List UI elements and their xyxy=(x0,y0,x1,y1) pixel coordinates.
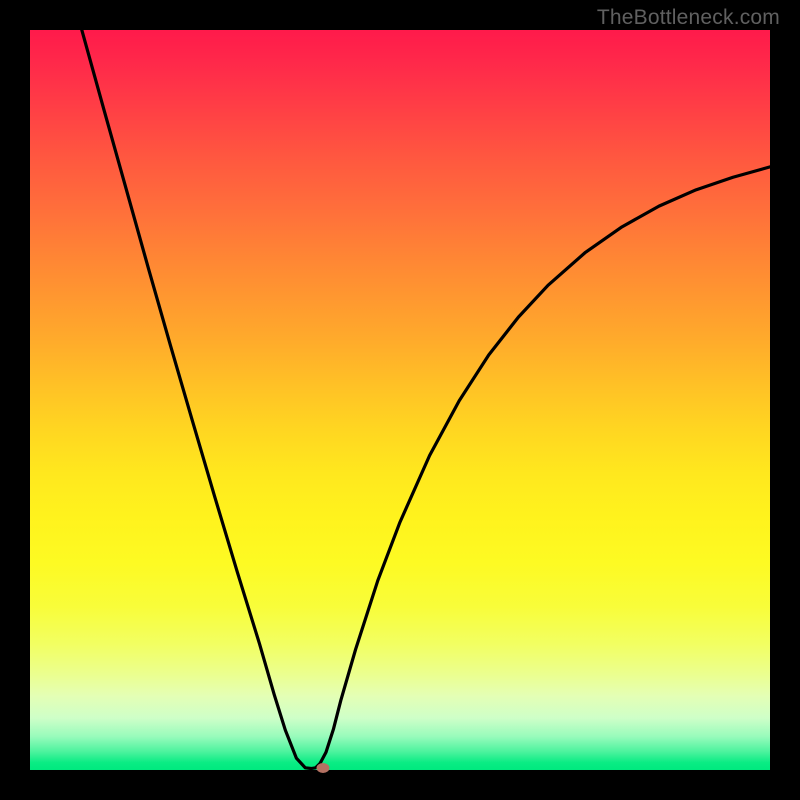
plot-area xyxy=(30,30,770,770)
watermark-text: TheBottleneck.com xyxy=(597,6,780,30)
curve-svg xyxy=(30,30,770,770)
minimum-marker xyxy=(317,763,330,773)
bottleneck-curve xyxy=(82,30,770,769)
